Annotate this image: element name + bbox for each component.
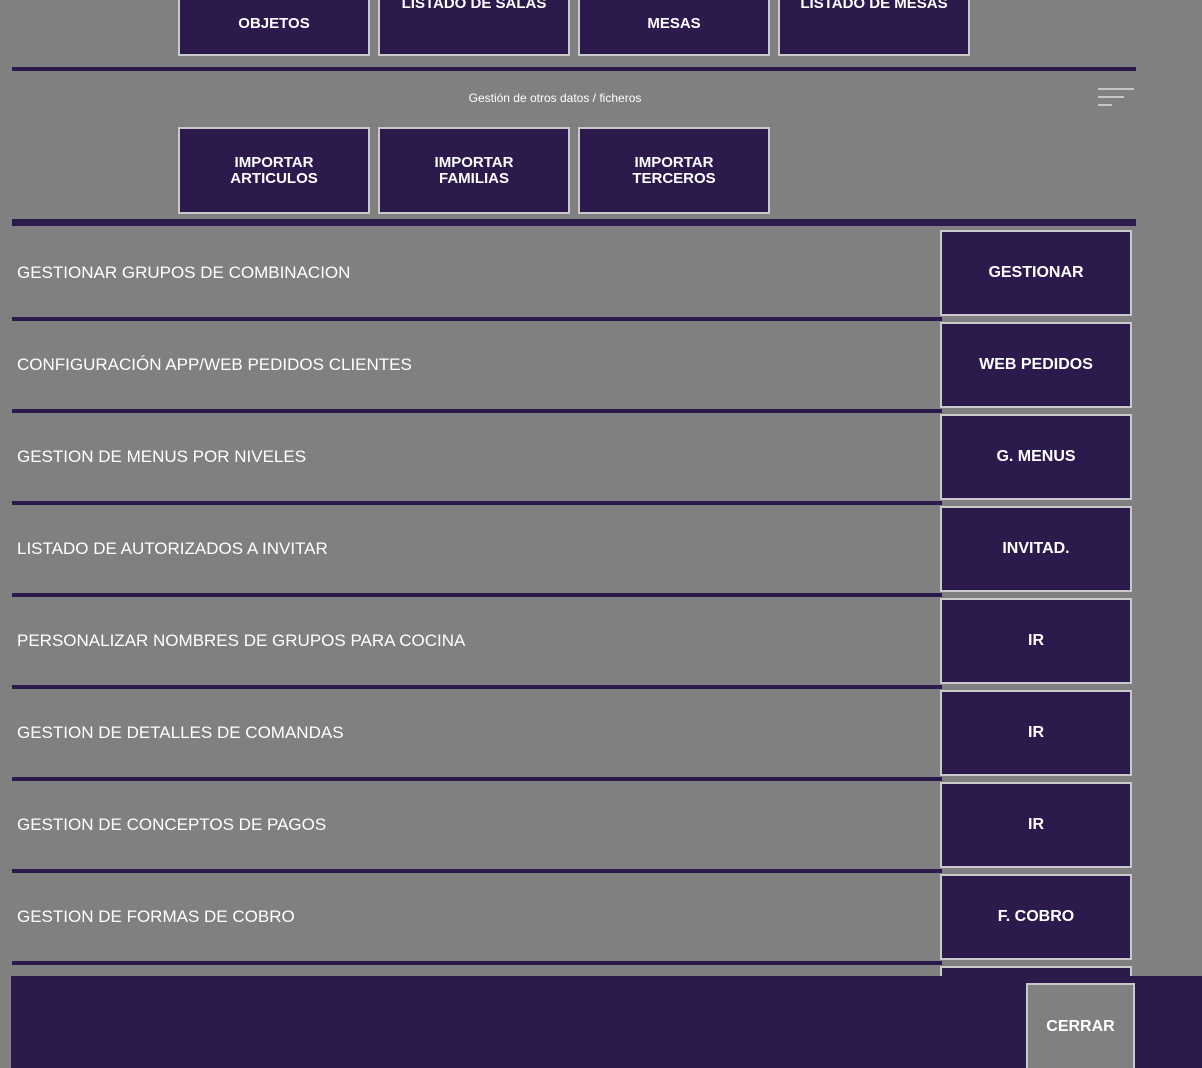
ir-button[interactable]: IR bbox=[940, 690, 1132, 776]
importar-articulos-label: IMPORTAR ARTICULOS bbox=[230, 153, 318, 187]
row-divider bbox=[12, 593, 942, 597]
web-pedidos-button[interactable]: WEB PEDIDOS bbox=[940, 322, 1132, 408]
row-divider bbox=[12, 961, 942, 965]
listado-mesas-label: LISTADO DE MESAS bbox=[800, 0, 948, 12]
row-label: GESTION DE CONCEPTOS DE PAGOS bbox=[17, 815, 327, 834]
row-divider bbox=[12, 409, 942, 413]
footer-bar bbox=[11, 976, 1202, 1068]
section-divider bbox=[12, 219, 1136, 226]
row-divider bbox=[12, 777, 942, 781]
mesas-button[interactable]: MESAS bbox=[578, 0, 770, 56]
row-label: LISTADO DE AUTORIZADOS A INVITAR bbox=[17, 539, 328, 558]
listado-mesas-button[interactable]: LISTADO DE MESAS bbox=[778, 0, 970, 56]
listado-salas-label: LISTADO DE SALAS bbox=[401, 0, 547, 12]
row-label: CONFIGURACIÓN APP/WEB PEDIDOS CLIENTES bbox=[17, 355, 412, 374]
objetos-label: OBJETOS bbox=[238, 15, 310, 32]
importar-terceros-button[interactable]: IMPORTAR TERCEROS bbox=[578, 127, 770, 214]
ir-button[interactable]: IR bbox=[940, 598, 1132, 684]
objetos-button[interactable]: OBJETOS bbox=[178, 0, 370, 56]
row-label: GESTIONAR GRUPOS DE COMBINACION bbox=[17, 263, 351, 282]
importar-terceros-label: IMPORTAR TERCEROS bbox=[632, 153, 716, 187]
filter-icon[interactable] bbox=[1098, 86, 1134, 110]
section-title: Gestión de otros datos / ficheros bbox=[468, 91, 642, 105]
importar-familias-label: IMPORTAR FAMILIAS bbox=[434, 153, 514, 187]
row-divider bbox=[12, 685, 942, 689]
row-label: GESTION DE FORMAS DE COBRO bbox=[17, 907, 295, 926]
f-cobro-button[interactable]: F. COBRO bbox=[940, 874, 1132, 960]
row-label: GESTION DE MENUS POR NIVELES bbox=[17, 447, 307, 466]
gestionar-button[interactable]: GESTIONAR bbox=[940, 230, 1132, 316]
settings-panel: OBJETOS LISTADO DE SALAS MESAS LISTADO D… bbox=[0, 0, 1202, 1068]
section-divider bbox=[12, 67, 1136, 71]
listado-salas-button[interactable]: LISTADO DE SALAS bbox=[378, 0, 570, 56]
row-divider bbox=[12, 501, 942, 505]
invitados-button[interactable]: INVITAD. bbox=[940, 506, 1132, 592]
importar-familias-button[interactable]: IMPORTAR FAMILIAS bbox=[378, 127, 570, 214]
g-menus-button[interactable]: G. MENUS bbox=[940, 414, 1132, 500]
ir-button[interactable]: IR bbox=[940, 782, 1132, 868]
importar-articulos-button[interactable]: IMPORTAR ARTICULOS bbox=[178, 127, 370, 214]
row-label: PERSONALIZAR NOMBRES DE GRUPOS PARA COCI… bbox=[17, 631, 466, 650]
mesas-label: MESAS bbox=[647, 15, 701, 32]
row-divider bbox=[12, 317, 942, 321]
row-divider bbox=[12, 869, 942, 873]
close-button[interactable]: CERRAR bbox=[1026, 983, 1135, 1068]
row-label: GESTION DE DETALLES DE COMANDAS bbox=[17, 723, 344, 742]
